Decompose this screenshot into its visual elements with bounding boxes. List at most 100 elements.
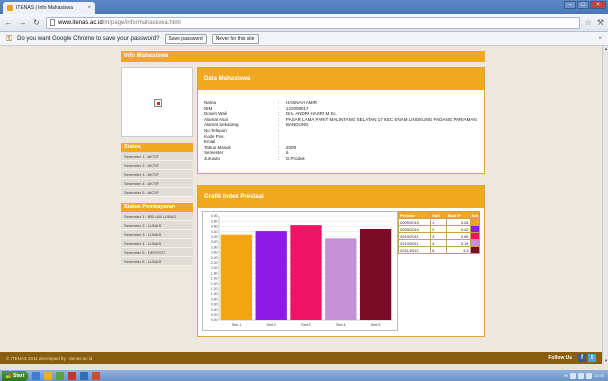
- system-tray: IN 12:40: [564, 372, 606, 379]
- follow-us-label: Follow Us: [548, 355, 572, 361]
- y-tick-label: 1.60: [211, 277, 218, 281]
- left-sidebar: Status Semester 1 : AKTIF Semester 2 : A…: [121, 67, 193, 266]
- y-tick-label: 0.20: [211, 313, 218, 317]
- ie-icon[interactable]: [32, 371, 41, 380]
- payment-status-heading: Status Pembayaran: [121, 203, 193, 212]
- y-tick-label: 1.80: [211, 271, 218, 275]
- browser-toolbar: ← → ↻ www.itenas.ac.id/m/page/informahas…: [0, 14, 608, 32]
- legend-color-swatch: [469, 225, 481, 233]
- key-icon: ⚿: [6, 33, 13, 43]
- status-item: Semester 1 : AKTIF: [121, 152, 193, 161]
- wrench-icon[interactable]: ⚒: [597, 18, 604, 27]
- word-icon[interactable]: [80, 371, 89, 380]
- status-item: Semester 4 : AKTIF: [121, 179, 193, 188]
- status-item: Semester 5 : AKTIF: [121, 188, 193, 197]
- scroll-up-icon[interactable]: ▲: [603, 46, 608, 52]
- facebook-icon[interactable]: f: [578, 354, 586, 362]
- star-icon[interactable]: ☆: [585, 18, 592, 27]
- y-tick-label: 1.00: [211, 292, 218, 296]
- legend-row: 2010/2011 3 3.65: [397, 232, 481, 240]
- back-icon[interactable]: ←: [4, 18, 13, 27]
- start-button[interactable]: Start: [2, 370, 29, 381]
- legend-ip-value: 3.42: [445, 225, 471, 233]
- y-tick-label: 3.60: [211, 225, 218, 229]
- media-icon[interactable]: [56, 371, 65, 380]
- y-tick-label: 2.60: [211, 251, 218, 255]
- legend-period: 2009/2010: [397, 225, 432, 233]
- volume-icon[interactable]: [577, 372, 584, 379]
- clock: 12:40: [593, 373, 604, 378]
- maximize-icon[interactable]: □: [577, 1, 589, 9]
- x-tick-label: Smt 5: [371, 323, 380, 327]
- footer-copyright: © ITENAS 2011 developed by : itenas.ac.i…: [6, 355, 93, 361]
- chrome-icon[interactable]: [68, 371, 77, 380]
- legend-smt: 1: [430, 218, 447, 226]
- y-tick-label: 2.80: [211, 245, 218, 249]
- x-tick-label: Smt 4: [336, 323, 345, 327]
- legend-color-swatch: [469, 246, 481, 254]
- flag-icon[interactable]: [585, 372, 592, 379]
- student-photo: [121, 67, 193, 137]
- save-password-infobar: ⚿ Do you want Google Chrome to save your…: [0, 32, 608, 46]
- close-infobar-icon[interactable]: ×: [598, 36, 602, 42]
- page-scrollbar[interactable]: ▲ ▼: [602, 46, 608, 364]
- data-value: D.Produk: [286, 155, 305, 161]
- y-tick-label: 4.00: [211, 214, 218, 218]
- x-tick-label: Smt 2: [267, 323, 276, 327]
- data-row: Jurusan: D.Produk: [204, 156, 478, 162]
- save-password-button[interactable]: Save password: [164, 33, 207, 44]
- y-tick-label: 0.60: [211, 303, 218, 307]
- legend-header-period: Periode: [397, 211, 432, 219]
- payment-item: Semester 4 : LUNAS: [121, 239, 193, 248]
- y-tick-label: 0.80: [211, 297, 218, 301]
- colon-separator: :: [278, 155, 280, 161]
- twitter-icon[interactable]: t: [588, 354, 596, 362]
- y-tick-label: 1.40: [211, 282, 218, 286]
- network-icon[interactable]: [569, 372, 576, 379]
- legend-period: 2009/2010: [397, 218, 432, 226]
- close-tab-icon[interactable]: ×: [87, 5, 91, 11]
- y-tick-label: 0.00: [211, 318, 218, 322]
- legend-smt: 5: [430, 246, 447, 254]
- legend-ip-value: 3.14: [445, 239, 471, 247]
- legend-color-swatch: [469, 232, 481, 240]
- bar: [255, 231, 287, 320]
- legend-row: 2011/2012 5 3.5: [397, 246, 481, 254]
- address-bar[interactable]: www.itenas.ac.id/m/page/informahasiswa.h…: [46, 16, 580, 29]
- window-controls: – □ ×: [564, 1, 606, 9]
- payment-item: Semester 1 : BELUM LUNAS: [121, 212, 193, 221]
- legend-color-swatch: [469, 239, 481, 247]
- forward-icon[interactable]: →: [18, 18, 27, 27]
- never-for-this-site-button[interactable]: Never for this site: [211, 33, 259, 44]
- page-content: Info Mahasiswa Status Semester 1 : AKTIF…: [0, 46, 608, 364]
- language-indicator[interactable]: IN: [564, 373, 568, 378]
- powerpoint-icon[interactable]: [92, 371, 101, 380]
- url-path: /m/page/informahasiswa.html: [102, 19, 181, 26]
- y-tick-label: 3.20: [211, 235, 218, 239]
- legend-smt: 4: [430, 239, 447, 247]
- minimize-icon[interactable]: –: [564, 1, 576, 9]
- folder-icon[interactable]: [44, 371, 53, 380]
- bar-chart-svg: 0.000.200.400.60 0.801.001.201.401.60 1.80…: [211, 214, 393, 327]
- status-heading: Status: [121, 143, 193, 152]
- payment-item: Semester 6 : LUNAS: [121, 257, 193, 266]
- page-footer: © ITENAS 2011 developed by : itenas.ac.i…: [0, 352, 602, 364]
- scroll-down-icon[interactable]: ▼: [603, 358, 608, 364]
- broken-image-icon: [154, 99, 162, 107]
- x-tick-label: Smt 3: [301, 323, 310, 327]
- y-tick-label: 3.80: [211, 219, 218, 223]
- y-tick-label: 2.40: [211, 256, 218, 260]
- browser-tab[interactable]: ITENAS | Info Mahasiswa ×: [3, 2, 95, 14]
- legend-header-ip: Nilai IP: [445, 211, 471, 219]
- legend-row: 2009/2010 1 3.28: [397, 218, 481, 226]
- ip-chart-heading: Grafik Indek Prestasi: [198, 186, 484, 208]
- legend-smt: 2: [430, 225, 447, 233]
- y-tick-label: 2.00: [211, 266, 218, 270]
- reload-icon[interactable]: ↻: [32, 18, 41, 27]
- legend-period: 2010/2011: [397, 232, 432, 240]
- y-tick-label: 3.00: [211, 240, 218, 244]
- student-data-heading: Data Mahasiswa: [198, 68, 484, 90]
- legend-period: 2011/2012: [397, 246, 432, 254]
- legend-row: 2009/2010 2 3.42: [397, 225, 481, 233]
- close-window-icon[interactable]: ×: [590, 1, 606, 9]
